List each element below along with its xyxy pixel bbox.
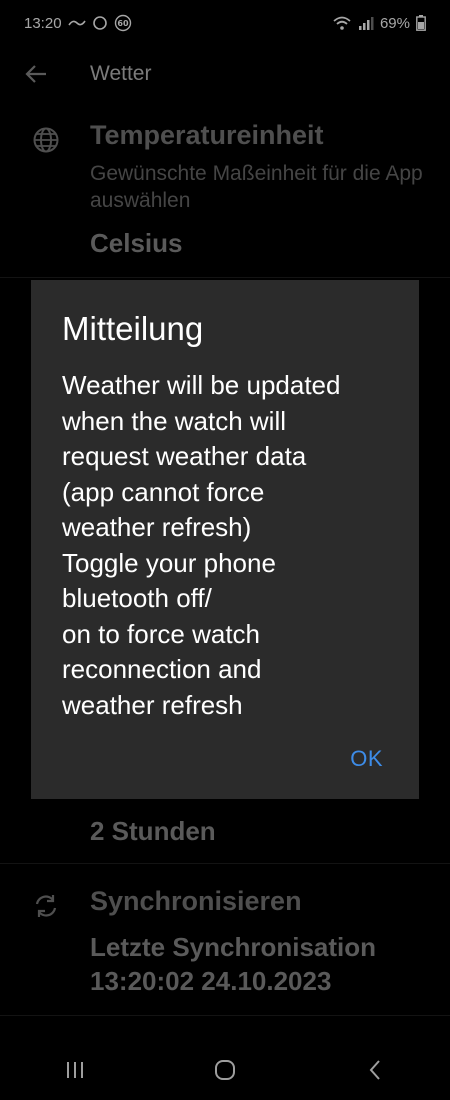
recents-button[interactable] [55,1050,95,1090]
navigation-bar [0,1040,450,1100]
dialog-message: Weather will be updated when the watch w… [62,370,341,720]
home-icon [215,1060,235,1080]
back-icon [369,1060,380,1080]
dialog-title: Mitteilung [62,310,204,347]
home-button[interactable] [205,1050,245,1090]
recents-icon [67,1062,83,1078]
nav-back-button[interactable] [355,1050,395,1090]
alert-dialog: Mitteilung Weather will be updated when … [31,280,419,799]
ok-button[interactable]: OK [350,746,383,772]
